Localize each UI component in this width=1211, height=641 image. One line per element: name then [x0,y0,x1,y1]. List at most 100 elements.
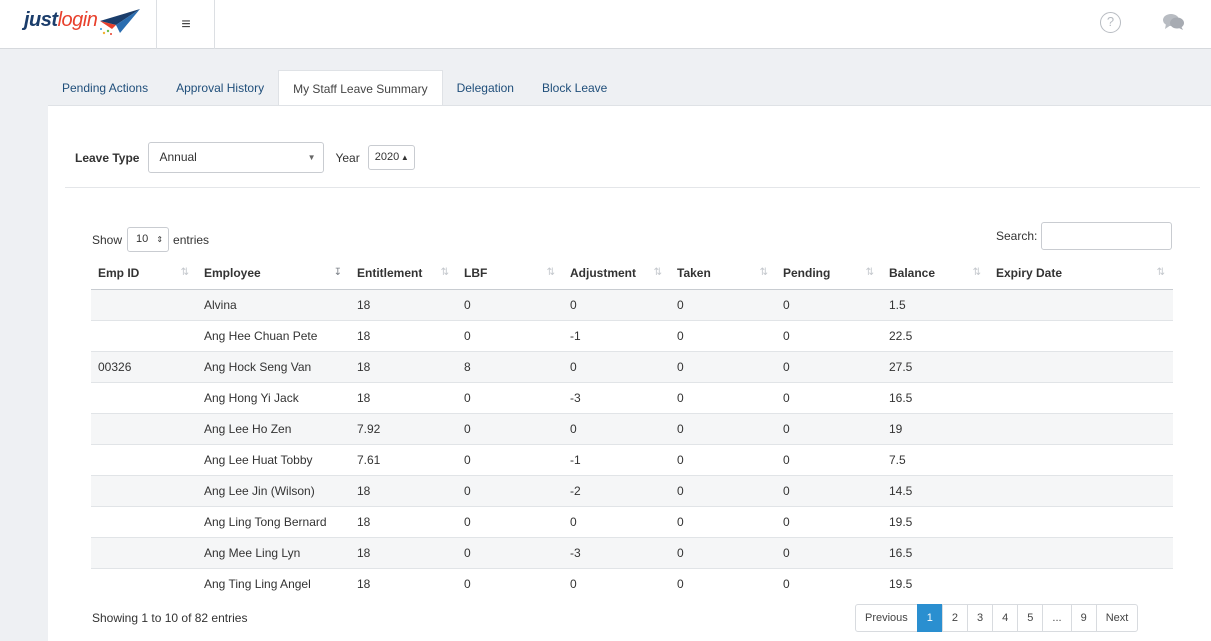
leave-type-select[interactable]: Annual ▼ [148,142,325,173]
page-ellipsis: ... [1042,604,1072,632]
column-header[interactable]: Expiry Date ⇅ [989,258,1173,290]
page-button[interactable]: 2 [941,604,969,632]
table-cell: -1 [563,319,670,351]
table-cell: 0 [563,412,670,444]
table-cell: 18 [350,567,457,599]
show-label: Show [92,232,123,247]
table-cell [989,381,1173,413]
search-input[interactable] [1041,222,1173,250]
table-cell: 0 [776,412,882,444]
column-header-label: Taken [677,266,711,281]
page-button[interactable]: 3 [967,604,994,632]
table-row: Alvina 18 0 0 0 0 1.5 [91,288,1173,320]
table-cell: Ang Lee Jin (Wilson) [197,474,350,506]
logo[interactable]: justlogin [10,0,157,49]
next-button[interactable]: Next [1095,604,1139,632]
tab-delegation[interactable]: Delegation [443,70,528,106]
table-cell: -3 [563,381,670,413]
column-header-label: Entitlement [357,266,423,281]
table-row: 00326 Ang Hock Seng Van 18 8 0 0 0 27.5 [91,350,1173,382]
sort-icon: ⇅ [180,267,189,278]
page-button[interactable]: 1 [916,604,943,632]
table-cell: 0 [457,381,563,413]
column-header[interactable]: Employee ↧ [197,258,350,290]
tab-my-staff-leave-summary[interactable]: My Staff Leave Summary [278,70,443,107]
sort-icon: ⇅ [653,267,662,278]
table-cell: 0 [457,536,563,568]
table-cell: 14.5 [882,474,989,506]
column-header[interactable]: LBF ⇅ [457,258,563,290]
table-cell [91,505,197,537]
table-row: Ang Lee Ho Zen 7.92 0 0 0 0 19 [91,412,1173,444]
table-cell: 18 [350,536,457,568]
tab-block-leave[interactable]: Block Leave [528,70,621,106]
table-cell: 7.61 [350,443,457,475]
table-row: Ang Mee Ling Lyn 18 0 -3 0 0 16.5 [91,536,1173,568]
table-cell: 18 [350,350,457,382]
table-cell: 0 [776,319,882,351]
table-cell: 19 [882,412,989,444]
page-button[interactable]: 4 [992,604,1019,632]
chat-icon[interactable] [1163,13,1185,31]
table-cell: 0 [457,505,563,537]
table-cell [91,381,197,413]
table-cell: 0 [670,381,776,413]
table-cell [91,567,197,599]
column-header[interactable]: Taken ⇅ [670,258,776,290]
tab-pending-actions[interactable]: Pending Actions [48,70,162,106]
column-header-label: Pending [783,266,831,281]
table-cell: 0 [563,350,670,382]
table-cell: 0 [670,350,776,382]
table-cell: Ang Ting Ling Angel [197,567,350,599]
column-header[interactable]: Pending ⇅ [776,258,882,290]
tab-approval-history[interactable]: Approval History [162,70,278,106]
table-cell: 16.5 [882,381,989,413]
table-cell: 19.5 [882,567,989,599]
table-row: Ang Hong Yi Jack 18 0 -3 0 0 16.5 [91,381,1173,413]
table-cell [91,474,197,506]
table-cell: -2 [563,474,670,506]
table-cell: 7.92 [350,412,457,444]
table-cell [989,412,1173,444]
leave-type-label: Leave Type [75,150,140,165]
table-cell: 1.5 [882,288,989,320]
column-header[interactable]: Adjustment ⇅ [563,258,670,290]
entries-value: 10 [136,233,149,245]
year-select[interactable]: 2020 ▲ [367,145,415,170]
table-cell: Ang Lee Ho Zen [197,412,350,444]
question-icon[interactable]: ? [1100,12,1121,33]
entries-select[interactable]: 10 ⇕ [127,227,170,252]
column-header[interactable]: Entitlement ⇅ [350,258,457,290]
table-cell [989,536,1173,568]
caret-down-icon: ▼ [307,153,316,162]
table-cell: 0 [670,288,776,320]
top-bar: justlogin ≡ ? [0,0,1211,49]
column-header[interactable]: Emp ID ⇅ [91,258,197,290]
table-cell: 0 [776,381,882,413]
leave-summary-table: Emp ID ⇅ Employee ↧ Entitlement ⇅ LBF ⇅ Adjustme… [91,258,1173,599]
table-cell: 0 [563,567,670,599]
table-cell: 8 [457,350,563,382]
page-button[interactable]: 9 [1070,604,1097,632]
column-header[interactable]: Balance ⇅ [882,258,989,290]
entries-label: entries [173,232,210,247]
updown-icon: ▲ [400,153,409,162]
table-cell: 0 [670,567,776,599]
table-row: Ang Ting Ling Angel 18 0 0 0 0 19.5 [91,567,1173,599]
previous-button[interactable]: Previous [855,604,918,632]
table-cell [91,443,197,475]
search-control: Search: [996,222,1173,250]
hamburger-icon[interactable]: ≡ [158,0,215,49]
sort-icon: ⇅ [546,267,555,278]
table-cell: 19.5 [882,505,989,537]
sort-icon: ⇅ [1156,267,1165,278]
table-cell: 0 [670,443,776,475]
table-cell: 0 [563,505,670,537]
table-cell: Ang Hong Yi Jack [197,381,350,413]
page-button[interactable]: 5 [1017,604,1044,632]
sort-icon: ⇅ [865,267,874,278]
year-label: Year [335,150,360,165]
length-control: Show 10 ⇕ entries [92,227,209,252]
table-cell: 0 [776,443,882,475]
table-cell: 0 [670,319,776,351]
